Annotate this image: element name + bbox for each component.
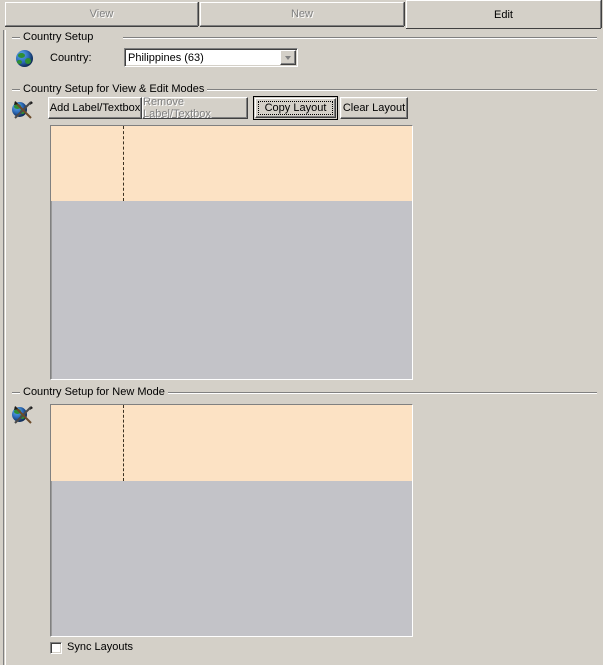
tab-edit-label: Edit (494, 8, 513, 21)
tab-view-label: View (89, 8, 114, 20)
copy-layout-label: Copy Layout (257, 101, 334, 115)
country-setup-group: Country Setup (12, 31, 597, 71)
country-setup-legend: Country Setup (21, 31, 97, 43)
sync-layouts-checkbox-box[interactable] (50, 641, 62, 654)
remove-label-textbox-label: Remove Label/Textbox (143, 96, 211, 120)
new-mode-legend: Country Setup for New Mode (21, 386, 168, 398)
copy-layout-button-face: Copy Layout (255, 98, 336, 118)
sync-layouts-label: Sync Layouts (67, 641, 134, 653)
new-mode-layout-canvas[interactable] (50, 404, 413, 637)
view-edit-layout-canvas[interactable] (50, 125, 413, 380)
globe-land-b (25, 58, 31, 64)
canvas-header-band (51, 126, 412, 201)
add-label-textbox-button[interactable]: Add Label/Textbox (48, 97, 142, 119)
pencil-tools-icon (14, 406, 33, 424)
tab-view[interactable]: View (5, 2, 198, 26)
group-line-left-2 (12, 89, 20, 91)
globe-land-a (18, 53, 25, 58)
globe-icon (15, 48, 37, 70)
clear-layout-button[interactable]: Clear Layout (340, 97, 408, 119)
tab-new[interactable]: New (200, 2, 404, 26)
clear-layout-label: Clear Layout (342, 102, 406, 114)
tab-edit[interactable]: Edit (406, 0, 601, 28)
country-select-value: Philippines (63) (128, 51, 204, 64)
pencil-tools-icon (14, 101, 33, 119)
country-label: Country: (50, 52, 92, 64)
sync-layouts-checkbox[interactable]: Sync Layouts (50, 641, 133, 654)
tab-strip: View New Edit (0, 0, 603, 30)
remove-label-textbox-button: Remove Label/Textbox (142, 96, 248, 120)
group-line-right-2 (160, 89, 597, 91)
canvas-column-divider[interactable] (123, 126, 124, 201)
chevron-down-icon[interactable] (280, 50, 296, 65)
canvas-header-band (51, 405, 412, 481)
globe-edit-icon (12, 99, 34, 121)
group-line-right-1 (123, 37, 597, 39)
group-line-left-1 (12, 37, 20, 39)
add-label-textbox-label: Add Label/Textbox (49, 102, 141, 114)
view-edit-legend: Country Setup for View & Edit Modes (21, 83, 208, 95)
globe-land-c (17, 60, 22, 64)
panel-left-rail-highlight (5, 30, 7, 665)
globe-edit-icon-new-mode (12, 404, 34, 426)
tab-new-label: New (290, 8, 313, 20)
chevron-down-glyph (285, 55, 291, 60)
country-select[interactable]: Philippines (63) (124, 48, 298, 67)
group-line-left-3 (12, 392, 20, 394)
copy-layout-button[interactable]: Copy Layout (253, 96, 338, 120)
panel-left-rail (0, 0, 4, 665)
group-line-right-3 (148, 392, 597, 394)
canvas-column-divider[interactable] (123, 405, 124, 481)
